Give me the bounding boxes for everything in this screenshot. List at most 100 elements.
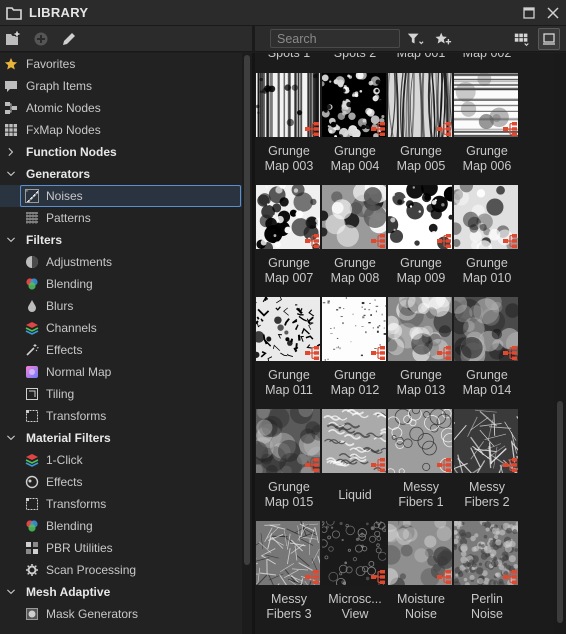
- tree-scrollbar[interactable]: [242, 53, 252, 634]
- monitor-icon: [543, 33, 555, 45]
- tree-item-noises[interactable]: Noises: [0, 185, 242, 207]
- close-icon[interactable]: [546, 6, 560, 20]
- normal-map-icon: [26, 366, 38, 378]
- grid-nodes-icon: [5, 124, 17, 136]
- resource-thumbnail[interactable]: [454, 521, 518, 585]
- transform-icon: [26, 410, 38, 422]
- tree-item-pbr-utilities[interactable]: PBR Utilities: [0, 537, 242, 559]
- resource-tile-grunge-map-012[interactable]: Grunge Map 012: [322, 297, 388, 407]
- tree-item-blending[interactable]: Blending: [0, 515, 242, 537]
- resource-thumbnail[interactable]: [388, 73, 452, 137]
- resource-tile-messy-fibers-1[interactable]: Messy Fibers 1: [388, 409, 454, 519]
- magic-wand-icon: [26, 344, 39, 356]
- view-mode-icon[interactable]: [513, 30, 531, 48]
- tree-item-effects[interactable]: Effects: [0, 339, 242, 361]
- resource-tile-grunge-map-007[interactable]: Grunge Map 007: [256, 185, 322, 295]
- tree-item-tiling[interactable]: Tiling: [0, 383, 242, 405]
- tree-item-fxmap-nodes[interactable]: FxMap Nodes: [0, 119, 242, 141]
- resource-tile-liquid[interactable]: Liquid: [322, 409, 388, 519]
- grid-scrollbar-thumb[interactable]: [557, 401, 563, 623]
- tree-item-label: Blending: [46, 519, 93, 533]
- resource-thumbnail[interactable]: [454, 185, 518, 249]
- resource-thumbnail[interactable]: [388, 521, 452, 585]
- tree-item-1-click[interactable]: 1-Click: [0, 449, 242, 471]
- resource-thumbnail[interactable]: [256, 185, 320, 249]
- resource-thumbnail[interactable]: [256, 73, 320, 137]
- tree-group-mesh-adaptive[interactable]: Mesh Adaptive: [0, 581, 242, 603]
- tree-item-label: Function Nodes: [26, 145, 117, 159]
- resource-thumbnail[interactable]: [322, 521, 386, 585]
- resource-tile-grunge-map-008[interactable]: Grunge Map 008: [322, 185, 388, 295]
- tree-item-patterns[interactable]: Patterns: [0, 207, 242, 229]
- chevron-right-icon[interactable]: [6, 146, 16, 158]
- tree-item-atomic-nodes[interactable]: Atomic Nodes: [0, 97, 242, 119]
- resource-tile-grunge-map-013[interactable]: Grunge Map 013: [388, 297, 454, 407]
- filter-icon[interactable]: [406, 30, 424, 48]
- tree-item-effects[interactable]: Effects: [0, 471, 242, 493]
- resource-tile-grunge-map-006[interactable]: Grunge Map 006: [454, 73, 520, 183]
- partial-item-caption[interactable]: Map 002: [448, 53, 526, 61]
- tree-group-material-filters[interactable]: Material Filters: [0, 427, 242, 449]
- noise-icon: [25, 189, 39, 203]
- tree-item-channels[interactable]: Channels: [0, 317, 242, 339]
- resource-tile-grunge-map-003[interactable]: Grunge Map 003: [256, 73, 322, 183]
- grid-scrollbar[interactable]: [554, 53, 566, 634]
- resource-tile-grunge-map-004[interactable]: Grunge Map 004: [322, 73, 388, 183]
- resource-thumbnail[interactable]: [454, 409, 518, 473]
- favorite-add-icon[interactable]: [434, 30, 452, 48]
- caption-line-2: Map 014: [462, 383, 512, 397]
- chevron-down-icon[interactable]: [6, 234, 16, 246]
- resource-thumbnail[interactable]: [454, 297, 518, 361]
- resource-tile-grunge-map-014[interactable]: Grunge Map 014: [454, 297, 520, 407]
- resource-thumbnail[interactable]: [454, 73, 518, 137]
- resource-tile-moisture-noise[interactable]: Moisture Noise: [388, 521, 454, 631]
- preview-toggle-button[interactable]: [538, 28, 560, 50]
- tree-item-transforms[interactable]: Transforms: [0, 493, 242, 515]
- tree-item-normal-map[interactable]: Normal Map: [0, 361, 242, 383]
- resource-thumbnail[interactable]: [322, 297, 386, 361]
- resource-tile-perlin-noise[interactable]: Perlin Noise: [454, 521, 520, 631]
- tree-scrollbar-thumb[interactable]: [244, 55, 250, 565]
- tree-item-label: Material Filters: [26, 431, 111, 445]
- chevron-down-icon[interactable]: [6, 168, 16, 180]
- resource-tile-grunge-map-015[interactable]: Grunge Map 015: [256, 409, 322, 519]
- search-input[interactable]: [270, 29, 400, 48]
- resource-thumbnail[interactable]: [256, 521, 320, 585]
- edit-pencil-icon[interactable]: [60, 30, 78, 48]
- tree-item-blurs[interactable]: Blurs: [0, 295, 242, 317]
- chevron-down-icon[interactable]: [6, 432, 16, 444]
- maximize-icon[interactable]: [522, 6, 536, 20]
- tree-group-function-nodes[interactable]: Function Nodes: [0, 141, 242, 163]
- generator-badge-icon: [371, 346, 385, 360]
- tree-item-blending[interactable]: Blending: [0, 273, 242, 295]
- resource-thumbnail[interactable]: [322, 185, 386, 249]
- tree-item-favorites[interactable]: Favorites: [0, 53, 242, 75]
- tree-item-adjustments[interactable]: Adjustments: [0, 251, 242, 273]
- resource-thumbnail[interactable]: [322, 73, 386, 137]
- folder-icon: [6, 7, 22, 20]
- resource-thumbnail[interactable]: [388, 409, 452, 473]
- tree-group-filters[interactable]: Filters: [0, 229, 242, 251]
- tree-item-scan-processing[interactable]: Scan Processing: [0, 559, 242, 581]
- resource-tile-grunge-map-009[interactable]: Grunge Map 009: [388, 185, 454, 295]
- resource-tile-messy-fibers-2[interactable]: Messy Fibers 2: [454, 409, 520, 519]
- new-folder-icon[interactable]: [4, 30, 22, 48]
- tree-item-mask-generators[interactable]: Mask Generators: [0, 603, 242, 625]
- resource-tile-messy-fibers-3[interactable]: Messy Fibers 3: [256, 521, 322, 631]
- tree-item-transforms[interactable]: Transforms: [0, 405, 242, 427]
- chevron-down-icon[interactable]: [6, 586, 16, 598]
- resource-tile-grunge-map-010[interactable]: Grunge Map 010: [454, 185, 520, 295]
- resource-thumbnail[interactable]: [388, 297, 452, 361]
- resource-thumbnail[interactable]: [256, 297, 320, 361]
- resource-tile-grunge-map-011[interactable]: Grunge Map 011: [256, 297, 322, 407]
- package-icon[interactable]: [32, 30, 50, 48]
- resource-tile-grunge-map-005[interactable]: Grunge Map 005: [388, 73, 454, 183]
- nodes-icon: [5, 102, 17, 114]
- resource-thumbnail[interactable]: [256, 409, 320, 473]
- resource-tile-microscope-view[interactable]: Microsc... View: [322, 521, 388, 631]
- tree-item-graph-items[interactable]: Graph Items: [0, 75, 242, 97]
- resource-thumbnail[interactable]: [322, 409, 386, 473]
- tree-group-generators[interactable]: Generators: [0, 163, 242, 185]
- generator-badge-icon: [371, 122, 385, 136]
- resource-thumbnail[interactable]: [388, 185, 452, 249]
